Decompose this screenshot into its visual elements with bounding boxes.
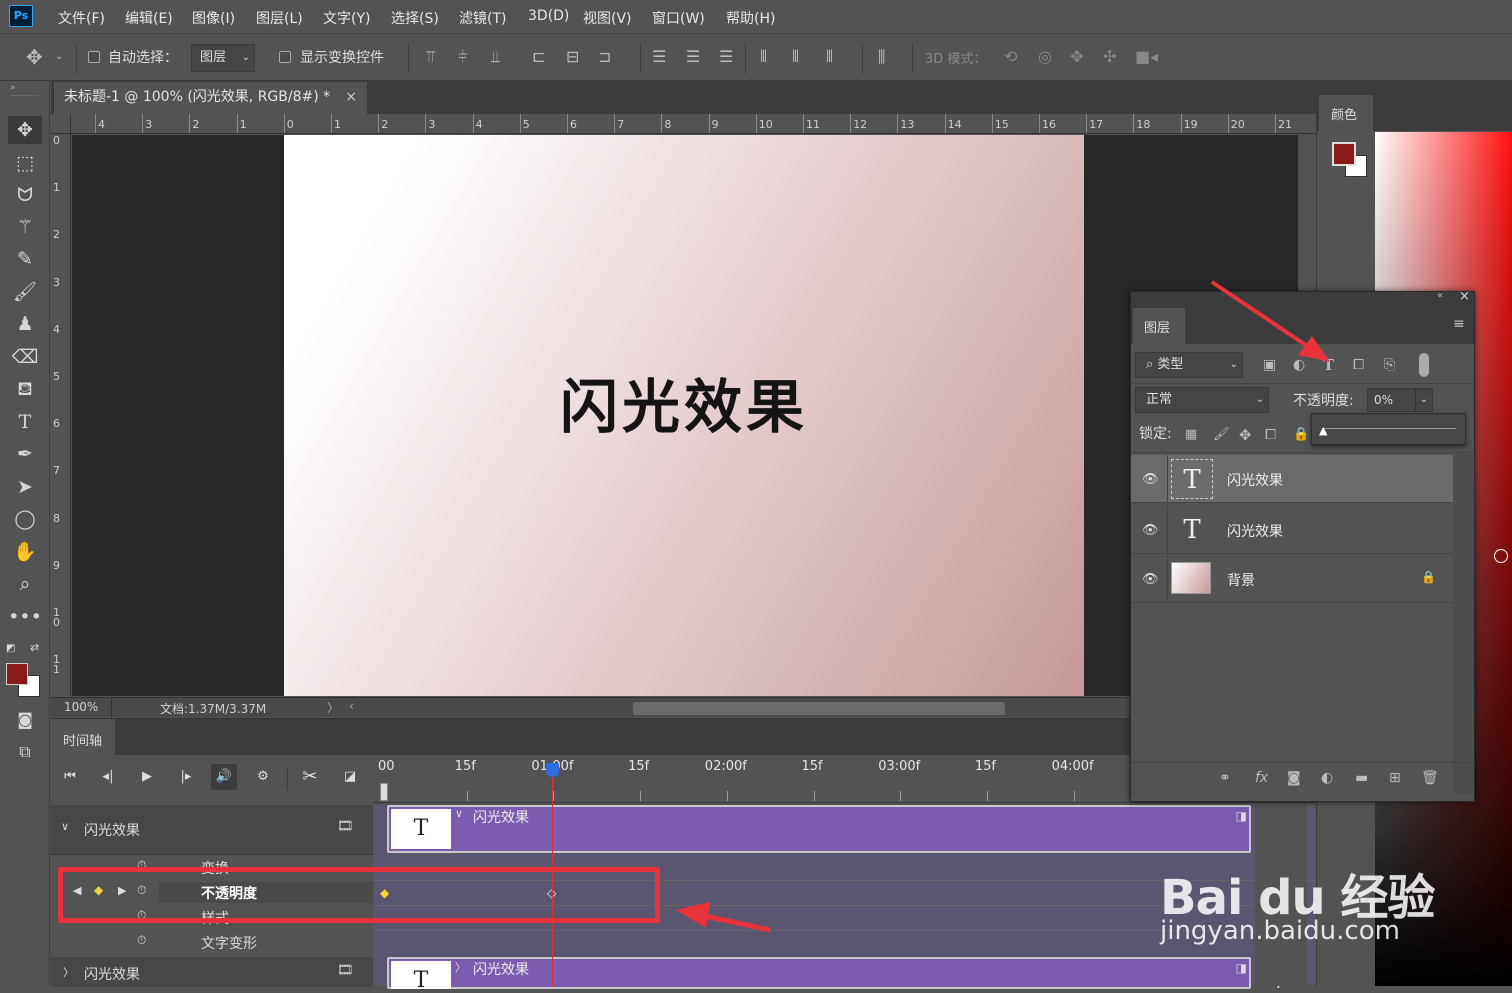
- watermark-url: jingyan.baidu.com: [1160, 916, 1400, 946]
- annotation-arrow-line: [1210, 280, 1318, 354]
- annotation-arrows: [676, 280, 1330, 933]
- annotation-arrow-head: [676, 902, 710, 928]
- annotation-arrow-head: [1298, 336, 1330, 362]
- annotation-arrow-line: [699, 912, 771, 933]
